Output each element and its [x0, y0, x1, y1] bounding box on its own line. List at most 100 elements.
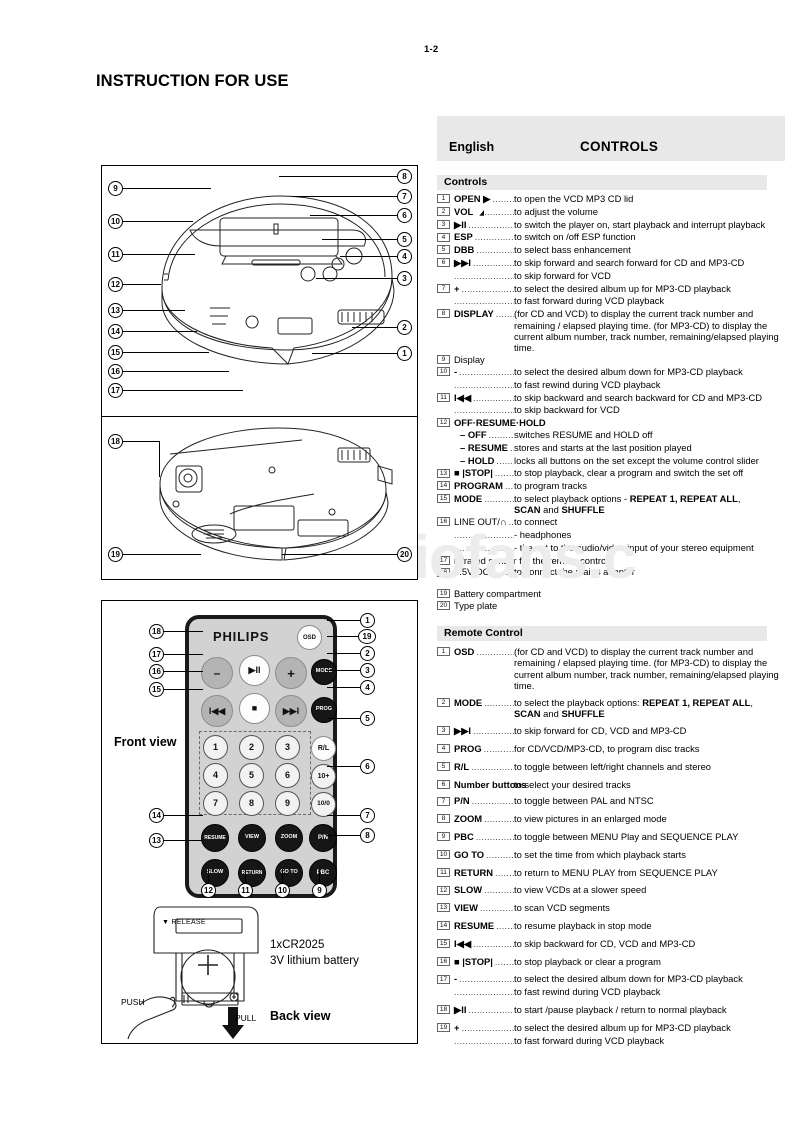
remote-button-8[interactable]: 8 — [239, 791, 264, 816]
remote-button-pn[interactable]: P/N — [309, 824, 337, 852]
item-description: to scan VCD segments — [514, 902, 610, 914]
remote-button-pbc[interactable]: PBC — [309, 859, 337, 887]
callout-17: 17 — [108, 383, 123, 398]
list-item-continuation: ..............................- the set … — [437, 542, 792, 554]
item-term: - — [454, 365, 458, 377]
callout-8: 8 — [397, 169, 412, 184]
leader-dots: .............................. — [476, 647, 514, 657]
item-number-spacer — [437, 1035, 450, 1045]
leader-dots: .............................. — [468, 1004, 514, 1015]
list-item-continuation: ..............................to fast fo… — [437, 295, 792, 307]
callout-7: 7 — [397, 189, 412, 204]
callout-remote-16: 16 — [149, 664, 164, 679]
list-item: 10-..............................to sele… — [437, 366, 792, 378]
list-item: 3 ▶▶I..............................to ski… — [437, 725, 792, 737]
item-term: SLOW — [454, 884, 483, 896]
callout-remote-9: 9 — [312, 883, 327, 898]
item-term: OPEN ▶ — [454, 193, 491, 204]
list-item: 12 SLOW..............................to v… — [437, 884, 792, 896]
list-item-continuation: ..............................to skip fo… — [437, 270, 792, 282]
remote-button-3[interactable]: 3 — [275, 735, 300, 760]
leader-dots: .............................. — [486, 849, 514, 860]
release-label: ▼ RELEASE — [162, 919, 206, 926]
item-term: PROG — [454, 743, 482, 755]
item-number: 15 — [437, 938, 450, 948]
page-number: 1-2 — [424, 44, 439, 55]
remote-button-osd[interactable]: OSD — [297, 625, 322, 650]
callout-6: 6 — [397, 208, 412, 223]
item-term: OSD — [454, 646, 475, 657]
leader-dots: .............................. — [484, 206, 514, 217]
remote-button-ten-plus[interactable]: 10+ — [311, 764, 336, 789]
item-description: to stop playback, clear a program and sw… — [514, 467, 744, 479]
item-number-spacer — [437, 442, 450, 452]
list-item: 2 MODE..............................to se… — [437, 697, 792, 720]
list-item: 17 infrared sensor for the remote control — [437, 555, 792, 566]
remote-button-6[interactable]: 6 — [275, 763, 300, 788]
controls-list: 1OPEN ▶..............................to … — [437, 193, 792, 612]
item-description-continued: to fast forward during VCD playback — [514, 1034, 665, 1046]
item-description: to return to MENU PLAY from SEQUENCE PLA… — [514, 866, 718, 878]
item-description: to switch the player on, start playback … — [514, 218, 766, 230]
remote-button-2[interactable]: 2 — [239, 735, 264, 760]
leader-dots: .............................. — [473, 726, 514, 737]
remote-button-stop[interactable]: ■ — [239, 693, 270, 724]
remote-button-previous[interactable]: I◀◀ — [201, 695, 233, 727]
leader-dots: .............................. — [483, 744, 514, 755]
leader-dots: .............................. — [491, 567, 514, 578]
item-description-continued: to skip backward for VCD — [514, 404, 620, 416]
item-term: I◀◀ — [454, 391, 472, 403]
remote-button-5[interactable]: 5 — [239, 763, 264, 788]
leader-dots: .............................. — [468, 219, 514, 230]
remote-button-view[interactable]: VIEW — [238, 824, 266, 852]
item-number: 7 — [437, 283, 450, 293]
item-number: 16 — [437, 956, 450, 966]
list-item: 1 OSD..............................(for C… — [437, 646, 792, 692]
leader-dots: .............................. — [484, 493, 514, 504]
item-number: 11 — [437, 867, 450, 877]
item-number: 4 — [437, 744, 450, 754]
remote-button-plus[interactable]: + — [275, 657, 307, 689]
item-number: 3 — [437, 219, 450, 229]
item-term: infrared sensor for the remote control — [454, 554, 609, 566]
subitem-description: stores and starts at the last position p… — [514, 441, 692, 453]
item-description-continued: to skip forward for VCD — [514, 269, 611, 281]
remote-button-resume[interactable]: RESUME — [201, 824, 229, 852]
remote-button-zoom[interactable]: ZOOM — [275, 824, 303, 852]
leader-dots: .............................. — [459, 974, 514, 985]
callout-remote-3: 3 — [360, 663, 375, 678]
item-description: to program tracks — [514, 480, 587, 492]
leader-dots: .............................. — [492, 194, 514, 204]
list-item: 1 OPEN ▶..............................to … — [437, 193, 792, 205]
item-term: RETURN — [454, 866, 494, 878]
list-item: 5 DBB..............................to sel… — [437, 244, 792, 256]
item-description: to connect — [514, 516, 558, 528]
callout-remote-17: 17 — [149, 647, 164, 662]
item-number: 7 — [437, 796, 450, 806]
remote-button-4[interactable]: 4 — [203, 763, 228, 788]
item-number: 16 — [437, 517, 450, 527]
push-label: PUSH — [121, 997, 145, 1007]
remote-button-7[interactable]: 7 — [203, 791, 228, 816]
remote-button-1[interactable]: 1 — [203, 735, 228, 760]
item-number: 14 — [437, 481, 450, 491]
leader-dots: .............................. — [484, 814, 514, 825]
item-number: 12 — [437, 418, 450, 428]
callout-18: 18 — [108, 434, 123, 449]
leader-dots: .............................. — [454, 379, 514, 390]
list-item: 7 +..............................to selec… — [437, 283, 792, 295]
item-number: 2 — [437, 206, 450, 216]
item-description: to toggle between left/right channels an… — [514, 760, 712, 772]
remote-button-rl[interactable]: R/L — [311, 736, 336, 761]
remote-button-prog[interactable]: PROG — [311, 697, 337, 723]
item-number: 2 — [437, 698, 450, 708]
remote-button-9[interactable]: 9 — [275, 791, 300, 816]
remote-button-mode[interactable]: MODE — [311, 659, 337, 685]
remote-button-minus[interactable]: – — [201, 657, 233, 689]
remote-button-next[interactable]: ▶▶I — [275, 695, 307, 727]
remote-button-ten-zero[interactable]: 10/0 — [311, 792, 336, 817]
item-number: 13 — [437, 468, 450, 478]
list-subitem: – OFF........................switches RE… — [437, 429, 792, 441]
remote-button-play-pause[interactable]: ▶II — [239, 655, 270, 686]
leader-dots: .............................. — [454, 270, 514, 281]
